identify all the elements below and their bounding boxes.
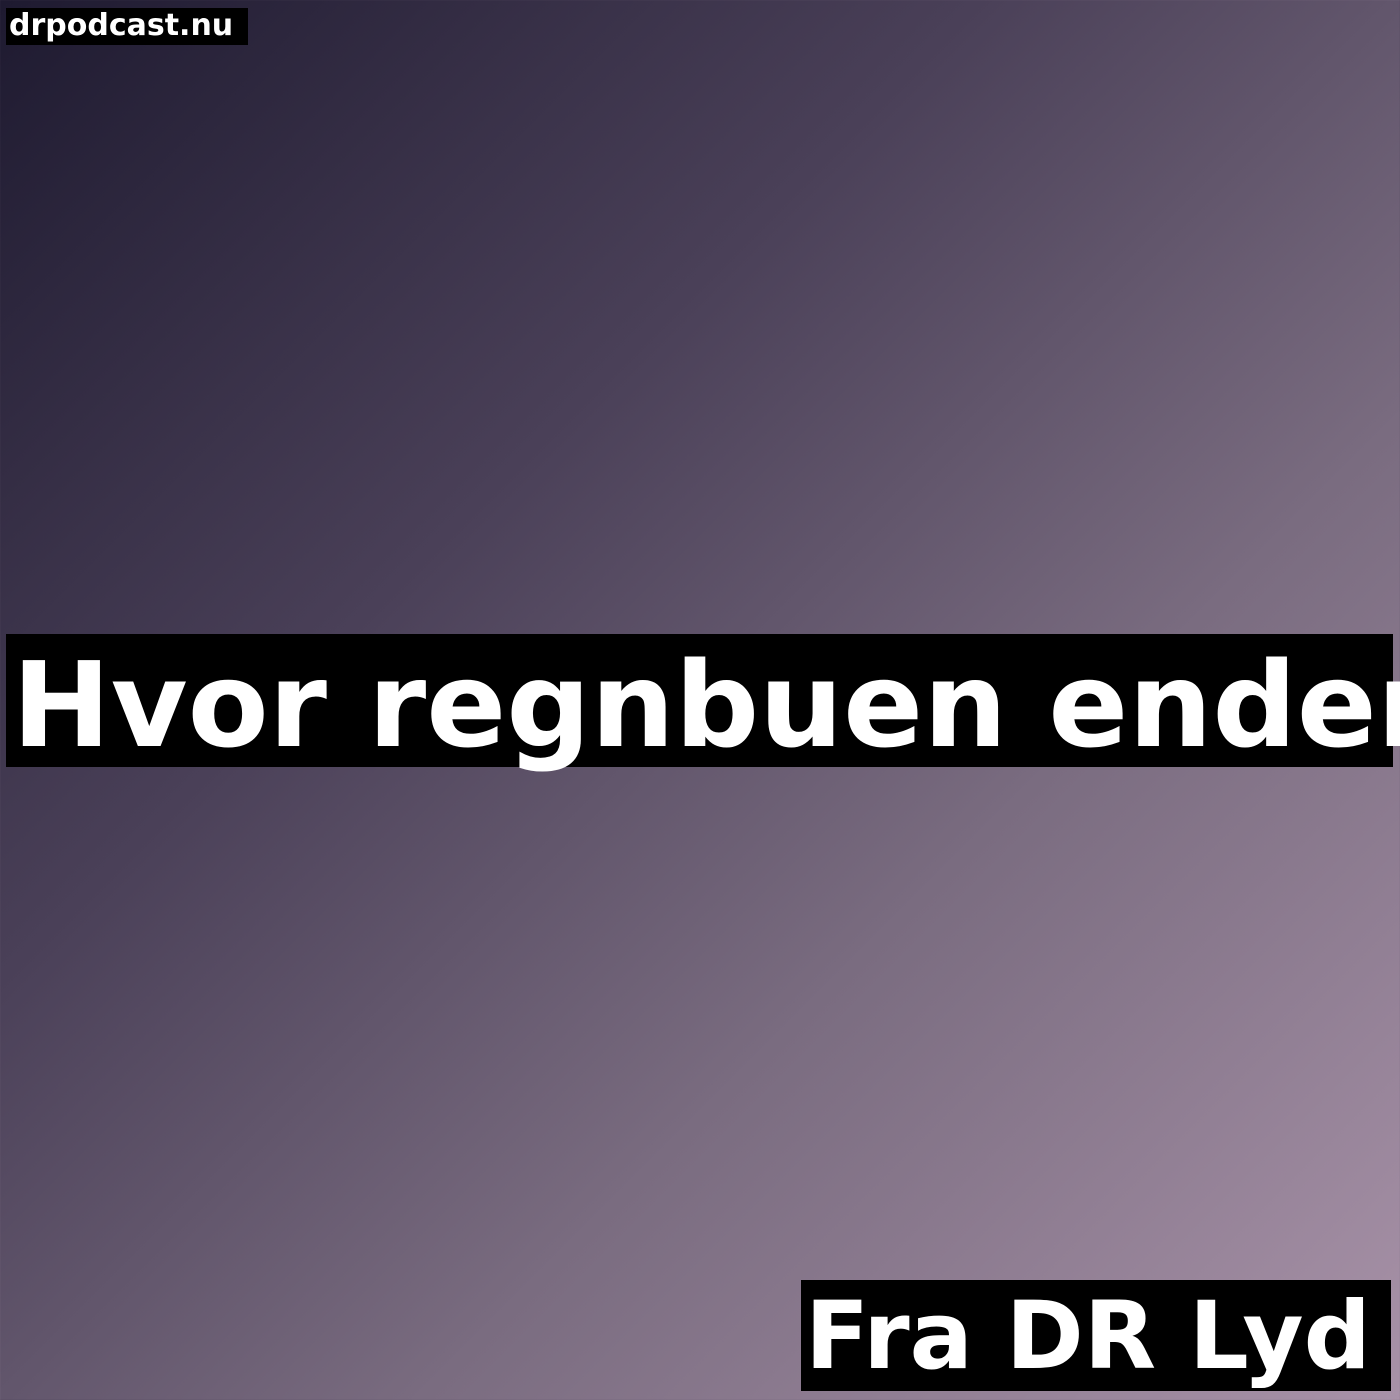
site-name-label: drpodcast.nu bbox=[6, 8, 248, 45]
publisher-label: Fra DR Lyd bbox=[801, 1280, 1391, 1391]
podcast-title: Hvor regnbuen ender bbox=[6, 634, 1400, 767]
